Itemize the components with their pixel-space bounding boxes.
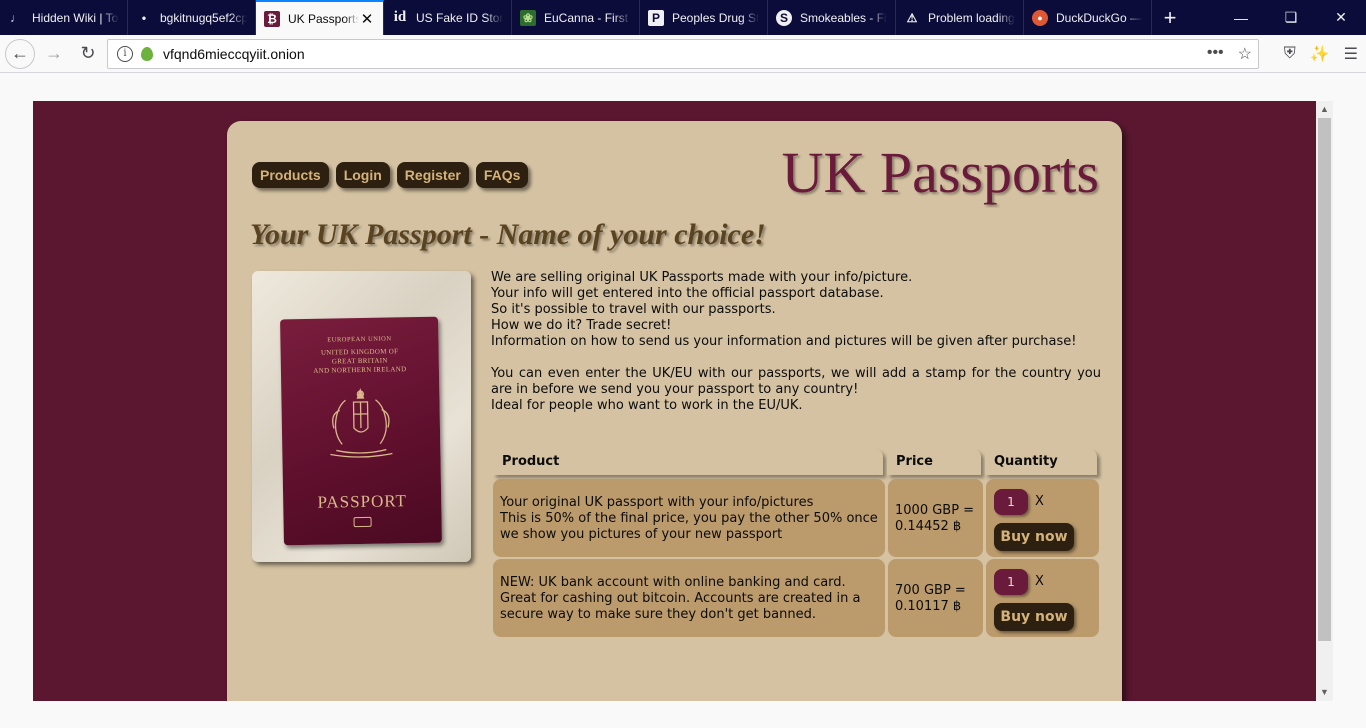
table-row-quantity: 1 X Buy now [986,479,1099,557]
content-panel: Products Login Register FAQs UK Passport… [227,121,1122,701]
header-quantity: Quantity [985,449,1097,475]
site-title: UK Passports [781,140,1099,205]
passport-cover: EUROPEAN UNION UNITED KINGDOM OF GREAT B… [280,316,442,546]
letter-s-favicon: S [776,9,792,26]
info-icon[interactable]: i [117,46,133,62]
site-nav: Products Login Register FAQs [252,162,529,188]
window-controls: — ❏ ✕ [1216,0,1366,35]
tab-label: Problem loading [928,10,1015,25]
duckduckgo-favicon: ● [1032,9,1048,26]
id-favicon: id [393,9,407,25]
scroll-up-arrow-icon[interactable]: ▲ [1316,101,1333,118]
onion-icon[interactable] [141,47,153,61]
page-actions-icon[interactable]: ••• [1207,44,1224,64]
tab-label: Smokeables - Fir [800,10,887,25]
reload-icon[interactable]: ↻ [73,39,103,69]
quantity-input[interactable]: 1 [994,569,1028,595]
description-line: So it's possible to travel with our pass… [491,302,776,317]
forward-arrow-icon[interactable]: → [39,39,69,69]
dot-icon: • [141,10,147,25]
scroll-down-arrow-icon[interactable]: ▼ [1316,684,1333,701]
product-description: We are selling original UK Passports mad… [491,270,1101,414]
tab-label: bgkitnugq5ef2cp [160,10,247,25]
tab-problem-loading[interactable]: ⚠ Problem loading [896,0,1024,35]
buy-now-button[interactable]: Buy now [994,523,1074,551]
description-line: How we do it? Trade secret! [491,318,672,333]
tab-duckduckgo[interactable]: ● DuckDuckGo — [1024,0,1152,35]
table-row-product: Your original UK passport with your info… [493,479,885,557]
url-text[interactable]: vfqnd6mieccqyiit.onion [163,46,305,62]
page-heading: Your UK Passport - Name of your choice! [250,218,766,251]
nav-login[interactable]: Login [335,162,390,188]
page-viewport: Products Login Register FAQs UK Passport… [33,101,1316,701]
shield-icon[interactable]: ⛨ [1284,45,1296,63]
biometric-chip-icon [353,516,372,528]
tab-label: US Fake ID Store [416,10,503,25]
restore-icon[interactable]: ❏ [1266,0,1316,35]
address-bar[interactable]: i vfqnd6mieccqyiit.onion ••• ☆ [107,39,1259,69]
tab-label: Hidden Wiki | To [32,10,119,25]
tab-us-fake-id[interactable]: id US Fake ID Store [384,0,512,35]
passport-country-text: UNITED KINGDOM OF GREAT BRITAIN AND NORT… [313,347,407,375]
scrollbar-thumb[interactable] [1318,118,1331,641]
vertical-scrollbar[interactable]: ▲ ▼ [1316,101,1333,701]
tab-label: EuCanna - First [544,10,629,25]
passport-word: PASSPORT [317,491,408,512]
description-line: You can even enter the UK/EU with our pa… [491,366,1101,397]
quantity-input[interactable]: 1 [994,489,1028,515]
back-arrow-icon[interactable]: ← [5,38,35,69]
bitcoin-favicon: ₿ [264,10,280,27]
nav-faqs[interactable]: FAQs [475,162,529,188]
tab-bgkitnugq[interactable]: • bgkitnugq5ef2cp [128,0,256,35]
tab-hidden-wiki[interactable]: ♩ Hidden Wiki | To [0,0,128,35]
bookmark-star-icon[interactable]: ☆ [1238,44,1252,64]
close-window-icon[interactable]: ✕ [1316,0,1366,35]
nav-products[interactable]: Products [252,162,329,188]
royal-coat-of-arms-icon [330,388,393,458]
header-price: Price [887,449,981,475]
table-row-price: 1000 GBP = 0.14452 ฿ [888,479,983,557]
tab-label: Peoples Drug Sto [672,10,759,25]
tab-smokeables[interactable]: S Smokeables - Fir [768,0,896,35]
tab-uk-passports[interactable]: ₿ UK Passports ✕ [256,0,384,35]
header-product: Product [493,449,883,475]
tab-peoples-drug[interactable]: P Peoples Drug Sto [640,0,768,35]
magic-wand-icon[interactable]: ✨ [1310,44,1330,64]
table-row-product: NEW: UK bank account with online banking… [493,559,885,637]
table-row-price: 700 GBP = 0.10117 ฿ [888,559,983,637]
description-line: Your info will get entered into the offi… [491,286,884,301]
hidden-wiki-favicon: ♩ [10,10,22,25]
description-line: We are selling original UK Passports mad… [491,270,913,285]
close-tab-icon[interactable]: ✕ [359,10,375,28]
nav-register[interactable]: Register [396,162,469,188]
minimize-icon[interactable]: — [1216,0,1266,35]
tab-label: DuckDuckGo — [1056,10,1143,25]
warning-icon: ⚠ [906,10,918,25]
description-line: Ideal for people who want to work in the… [491,398,803,413]
passport-photo: EUROPEAN UNION UNITED KINGDOM OF GREAT B… [252,271,471,562]
passport-eu-text: EUROPEAN UNION [327,335,392,344]
tab-label: UK Passports [288,11,359,26]
table-row-quantity: 1 X Buy now [986,559,1099,637]
navigation-toolbar: ← → ↻ i vfqnd6mieccqyiit.onion ••• ☆ ⛨ ✨… [0,35,1366,73]
new-tab-button[interactable]: + [1152,0,1188,35]
times-label: X [1035,494,1044,509]
buy-now-button[interactable]: Buy now [994,603,1074,631]
cannabis-leaf-favicon: ❀ [520,9,536,26]
letter-p-favicon: P [648,9,664,26]
tab-strip: ♩ Hidden Wiki | To • bgkitnugq5ef2cp ₿ U… [0,0,1366,35]
times-label: X [1035,574,1044,589]
hamburger-menu-icon[interactable]: ☰ [1344,44,1358,64]
description-line: Information on how to send us your infor… [491,334,1077,349]
tab-eucanna[interactable]: ❀ EuCanna - First [512,0,640,35]
